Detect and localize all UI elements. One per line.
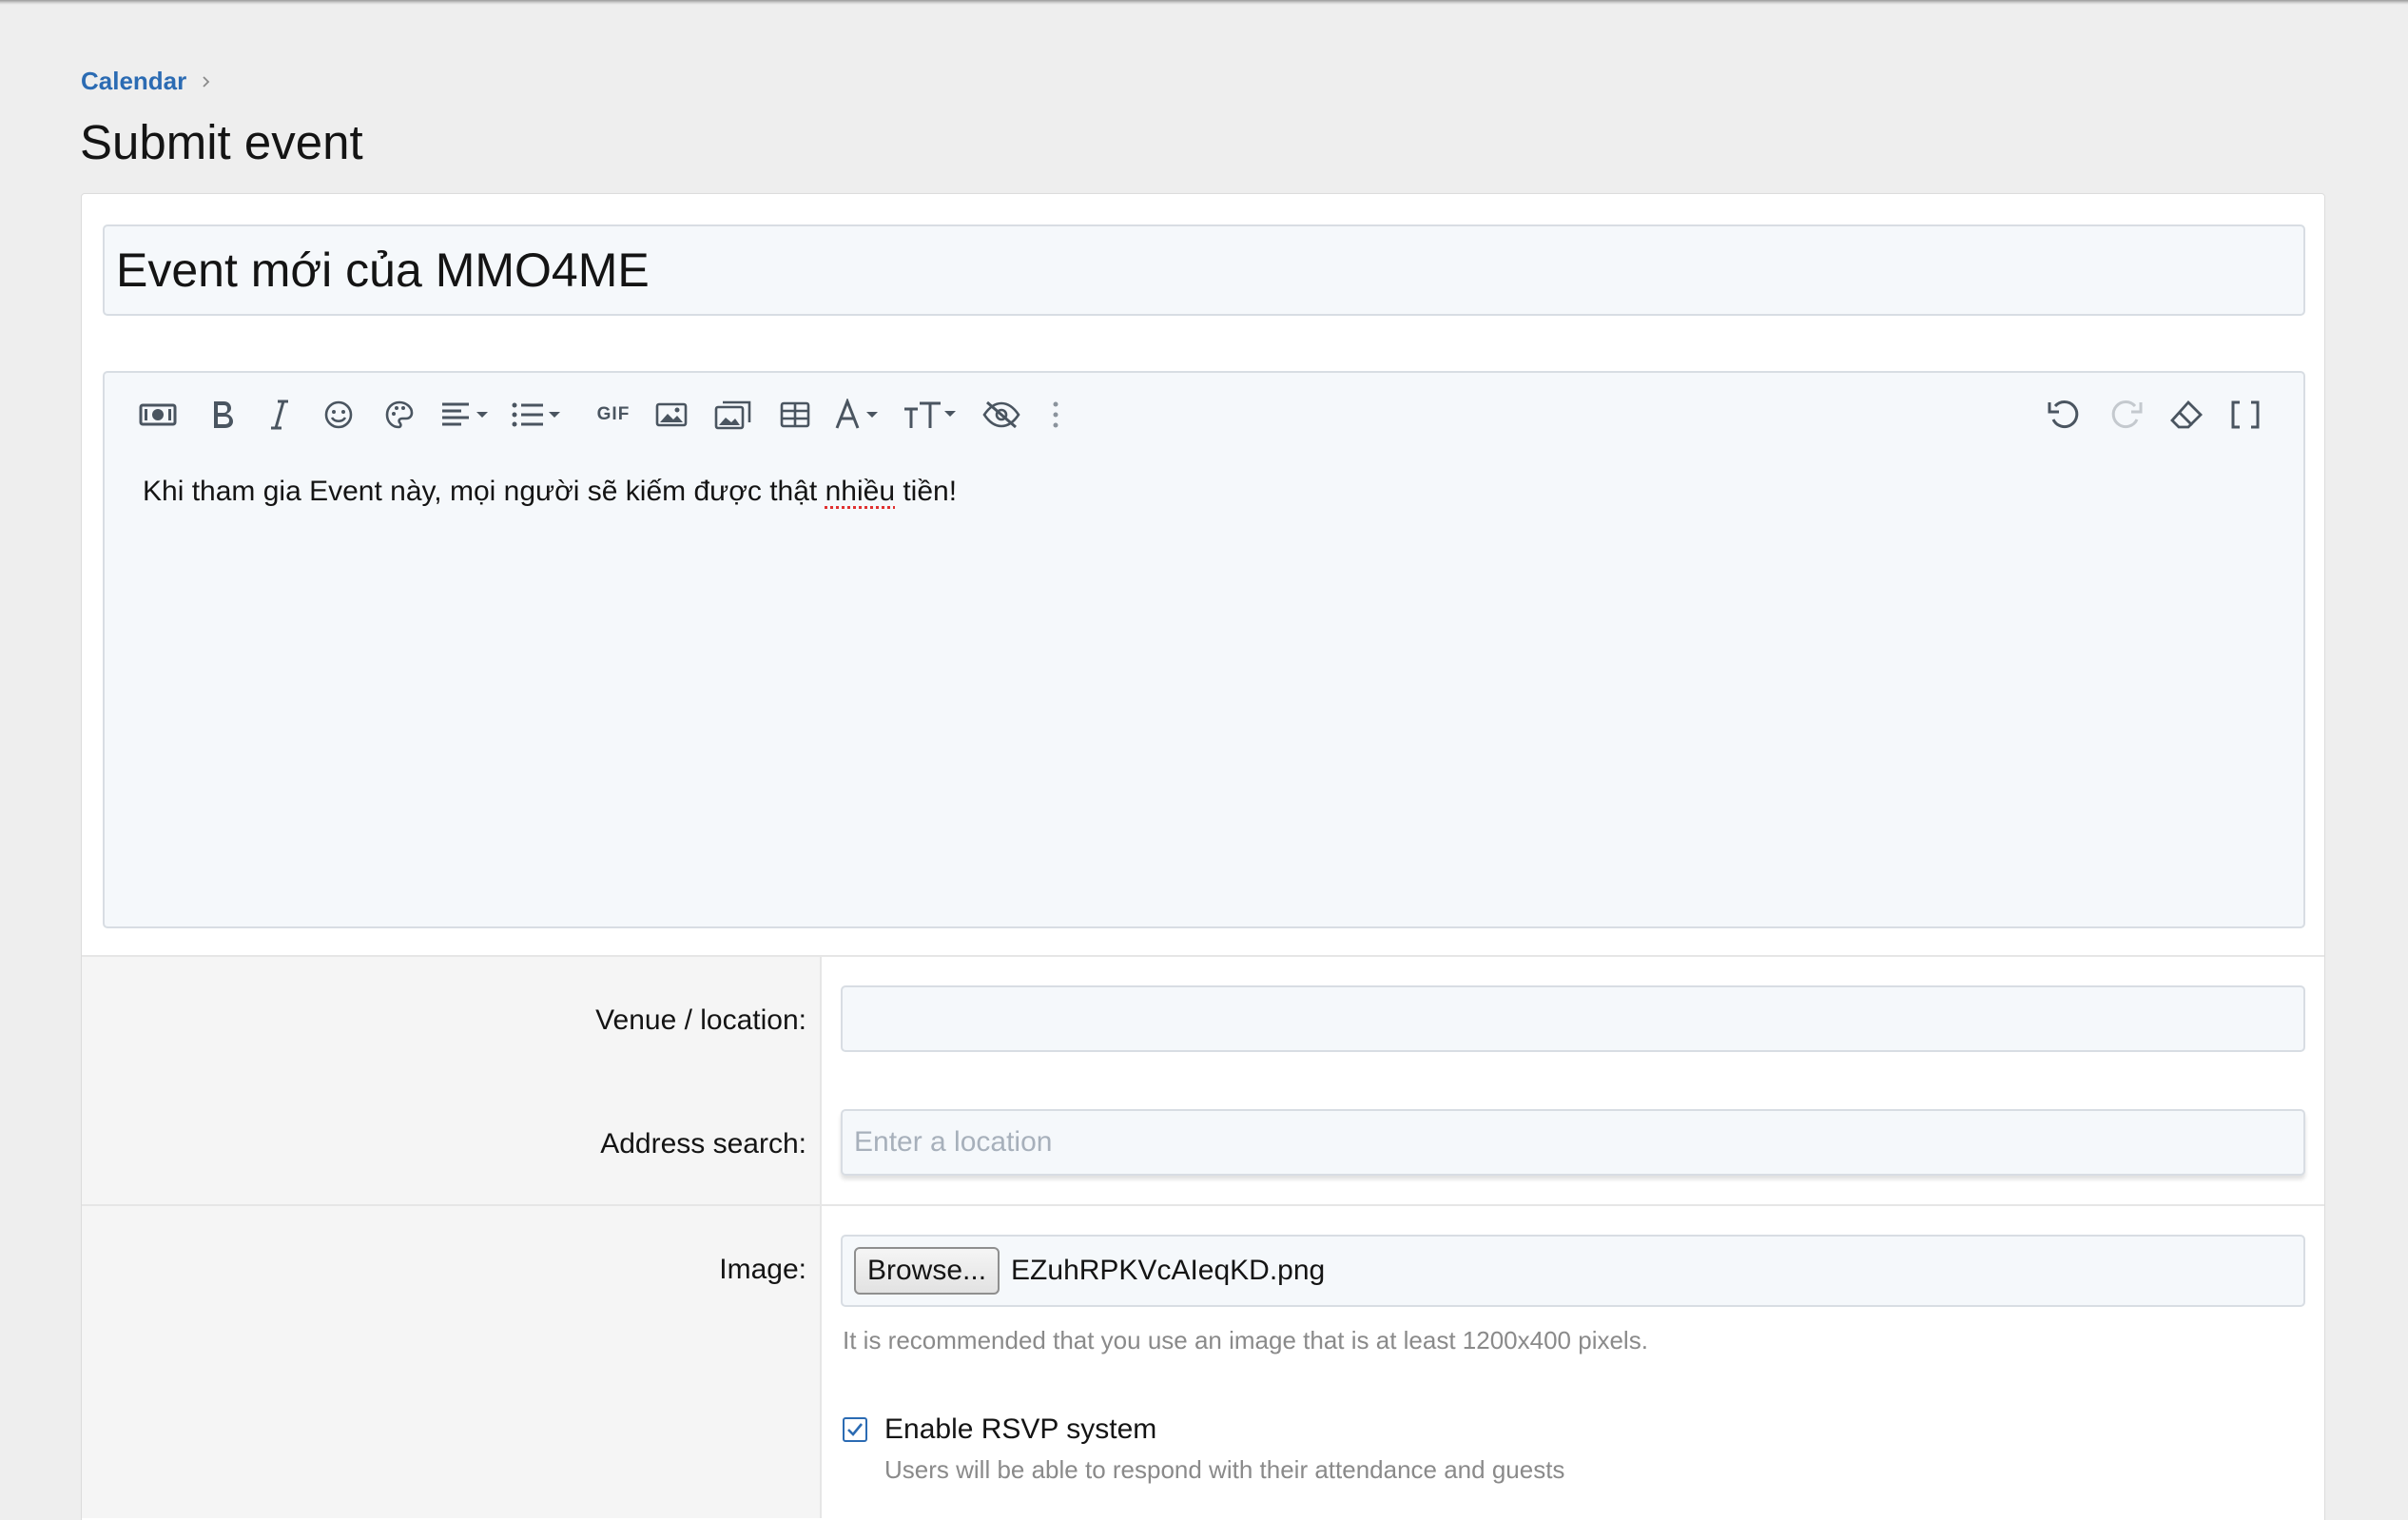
bold-icon[interactable]: [204, 396, 242, 434]
image-label-column: [82, 1206, 822, 1518]
venue-label: Venue / location:: [595, 1004, 806, 1036]
italic-icon[interactable]: [262, 396, 297, 434]
chevron-right-icon: [203, 75, 210, 88]
misspelled-word: nhiều: [825, 476, 896, 507]
hide-icon[interactable]: [980, 396, 1023, 434]
editor-content[interactable]: Khi tham gia Event này, mọi người sẽ kiế…: [143, 476, 957, 508]
rsvp-label[interactable]: Enable RSVP system: [884, 1413, 1156, 1446]
palette-icon[interactable]: [380, 396, 418, 434]
image-hint: It is recommended that you use an image …: [843, 1326, 1648, 1354]
breadcrumb-calendar-link[interactable]: Calendar: [81, 67, 186, 96]
rich-text-editor[interactable]: GIF Khi tham gia Event này, mọi người sẽ…: [103, 371, 2305, 928]
rsvp-checkbox[interactable]: [843, 1417, 867, 1442]
address-label: Address search:: [600, 1128, 806, 1159]
location-label-column: [82, 957, 822, 1204]
image-file-input[interactable]: Browse... EZuhRPKVcAIeqKD.png: [841, 1235, 2305, 1307]
media-icon[interactable]: [713, 396, 753, 434]
event-title-input[interactable]: Event mới của MMO4ME: [103, 224, 2305, 316]
more-icon[interactable]: [1046, 396, 1065, 434]
browse-button[interactable]: Browse...: [854, 1247, 1000, 1295]
align-icon[interactable]: [439, 396, 495, 434]
address-search-input[interactable]: Enter a location: [841, 1109, 2305, 1176]
checkmark-icon: [847, 1423, 864, 1436]
undo-icon[interactable]: [2045, 396, 2085, 434]
breadcrumb: Calendar: [81, 67, 213, 96]
image-icon[interactable]: [652, 396, 690, 434]
editor-text: Khi tham gia Event này, mọi người sẽ kiế…: [143, 476, 825, 507]
eraser-icon[interactable]: [2166, 396, 2206, 434]
table-icon[interactable]: [776, 396, 814, 434]
list-icon[interactable]: [510, 396, 569, 434]
location-row: Venue / location: Address search: Enter …: [82, 955, 2324, 1204]
image-row: Image: Browse... EZuhRPKVcAIeqKD.png It …: [82, 1204, 2324, 1518]
venue-input[interactable]: [841, 985, 2305, 1052]
redo-icon[interactable]: [2106, 396, 2146, 434]
editor-text-end: tiền!: [895, 476, 958, 507]
event-form-panel: Event mới của MMO4ME GIF Khi tham gia Ev…: [81, 193, 2325, 1520]
image-label: Image:: [719, 1254, 806, 1285]
top-shadow: [0, 0, 2408, 5]
text-size-icon[interactable]: [902, 396, 961, 434]
selected-file-name: EZuhRPKVcAIeqKD.png: [1011, 1255, 1326, 1286]
font-icon[interactable]: [833, 396, 886, 434]
rsvp-description: Users will be able to respond with their…: [884, 1455, 1565, 1484]
money-icon[interactable]: [137, 396, 179, 434]
brackets-icon[interactable]: [2225, 396, 2265, 434]
editor-toolbar: GIF: [105, 373, 2303, 458]
page-title: Submit event: [80, 115, 363, 169]
gif-icon[interactable]: GIF: [593, 396, 633, 434]
smiley-icon[interactable]: [320, 396, 358, 434]
